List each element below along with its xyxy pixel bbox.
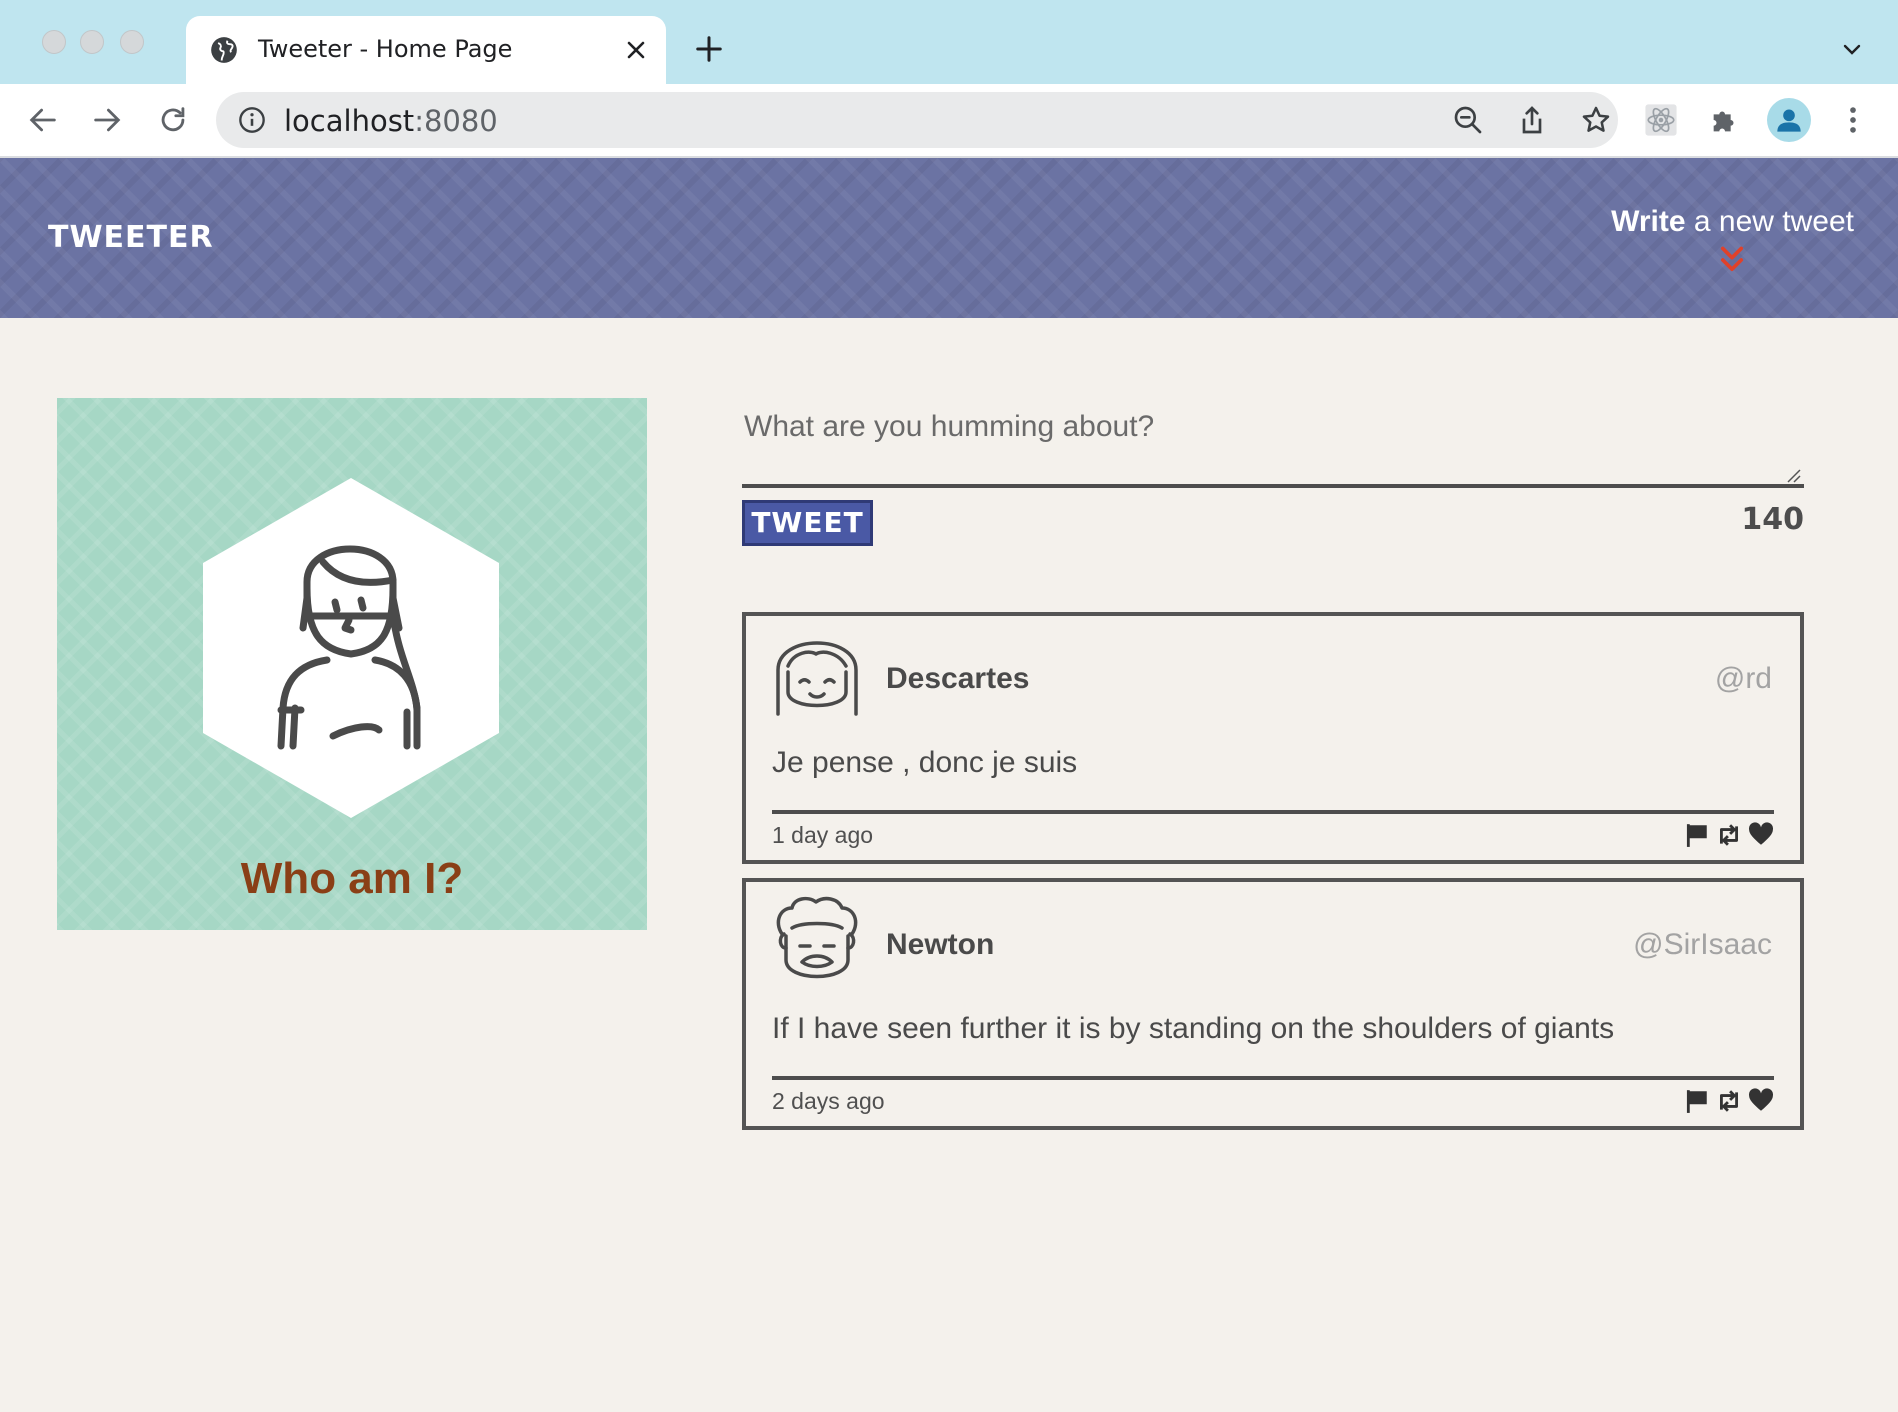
tweet-author-handle: @SirIsaac (1633, 928, 1772, 961)
tweet-input[interactable] (742, 398, 1804, 488)
tweet-card: Descartes @rd Je pense , donc je suis 1 … (742, 612, 1804, 864)
brand-logo[interactable]: TWEETER (48, 220, 214, 255)
tweet-content: Je pense , donc je suis (772, 746, 1078, 779)
resize-grip-icon[interactable] (1786, 468, 1802, 484)
reload-icon[interactable] (156, 103, 190, 137)
tweet-content: If I have seen further it is by standing… (772, 1012, 1615, 1045)
react-devtools-icon[interactable] (1644, 103, 1678, 137)
back-arrow-icon[interactable] (26, 103, 60, 137)
profile-avatar (203, 478, 499, 818)
divider (772, 810, 1774, 814)
chevron-down-icon[interactable] (1840, 38, 1864, 62)
tweet-timestamp: 2 days ago (772, 1088, 885, 1114)
browser-tabstrip: Tweeter - Home Page (0, 0, 1898, 84)
heart-icon[interactable] (1748, 1088, 1774, 1114)
profile-button[interactable] (1767, 98, 1811, 142)
url-host: localhost (284, 104, 415, 138)
tweet-composer: TWEET 140 (742, 398, 1804, 546)
close-icon[interactable] (622, 36, 650, 64)
kebab-menu-icon[interactable] (1836, 103, 1870, 137)
write-label-bold: Write (1611, 205, 1686, 238)
divider (772, 1076, 1774, 1080)
address-bar[interactable]: localhost:8080 (216, 92, 1618, 148)
write-new-tweet-label: Write a new tweet (1611, 205, 1854, 239)
profile-icon (1777, 109, 1801, 132)
zoom-out-icon[interactable] (1452, 104, 1484, 136)
info-icon[interactable] (238, 106, 266, 134)
globe-icon (211, 37, 237, 63)
tweet-author-handle: @rd (1714, 662, 1772, 695)
puzzle-icon[interactable] (1708, 103, 1742, 137)
site-header: TWEETER Write a new tweet (0, 158, 1898, 318)
url-port: :8080 (414, 104, 498, 138)
forward-arrow-icon[interactable] (90, 103, 124, 137)
write-label-rest: a new tweet (1685, 205, 1854, 238)
write-new-tweet-toggle[interactable]: Write a new tweet (1611, 205, 1854, 275)
double-chevron-down-icon[interactable] (1718, 245, 1746, 275)
browser-tab[interactable]: Tweeter - Home Page (186, 16, 666, 84)
url-text: localhost:8080 (284, 104, 498, 138)
tab-title: Tweeter - Home Page (258, 35, 513, 63)
tweet-timestamp: 1 day ago (772, 822, 874, 848)
window-minimize-dot[interactable] (80, 30, 104, 54)
flag-icon[interactable] (1684, 822, 1710, 848)
profile-name: Who am I? (240, 854, 464, 903)
share-icon[interactable] (1516, 104, 1548, 136)
flag-icon[interactable] (1684, 1088, 1710, 1114)
page-content: TWEETER Write a new tweet Who am I? What… (0, 158, 1898, 1412)
retweet-icon[interactable] (1716, 822, 1742, 848)
profile-card: Who am I? (57, 398, 647, 930)
retweet-icon[interactable] (1716, 1088, 1742, 1114)
tweet-actions (1684, 822, 1774, 850)
tweet-card: Newton @SirIsaac If I have seen further … (742, 878, 1804, 1130)
browser-toolbar: localhost:8080 (0, 84, 1898, 158)
tweet-author-name[interactable]: Descartes (886, 662, 1029, 696)
tweet-avatar (776, 896, 858, 979)
plus-icon[interactable] (694, 34, 724, 64)
tweet-button[interactable]: TWEET (742, 500, 873, 546)
tweet-actions (1684, 1088, 1774, 1116)
window-zoom-dot[interactable] (120, 30, 144, 54)
window-close-dot[interactable] (42, 30, 66, 54)
star-icon[interactable] (1580, 104, 1612, 136)
character-counter: 140 (1741, 502, 1804, 537)
tweet-author-name[interactable]: Newton (886, 928, 994, 962)
heart-icon[interactable] (1748, 822, 1774, 848)
tweet-avatar (776, 641, 858, 716)
